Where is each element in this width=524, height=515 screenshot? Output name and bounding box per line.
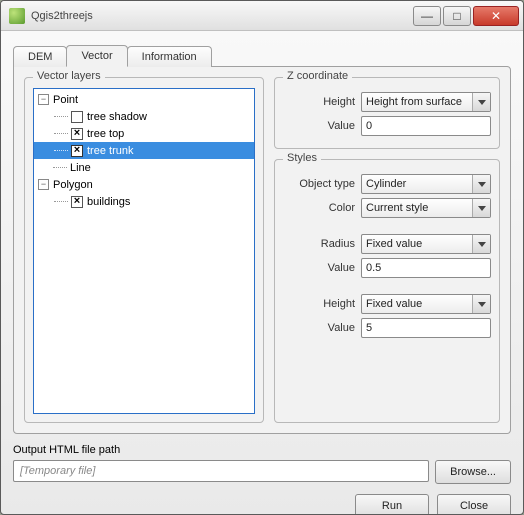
radius-label: Radius <box>283 238 355 250</box>
tree-item-tree-trunk[interactable]: tree trunk <box>34 142 254 159</box>
tab-vector[interactable]: Vector <box>66 45 127 67</box>
z-value-text: 0 <box>366 120 372 132</box>
output-label: Output HTML file path <box>13 444 511 456</box>
object-type-combo[interactable]: Cylinder <box>361 174 491 194</box>
tab-information[interactable]: Information <box>127 46 212 67</box>
style-height-mode-value: Fixed value <box>366 298 422 310</box>
radius-value-input[interactable]: 0.5 <box>361 258 491 278</box>
style-height-label: Height <box>283 298 355 310</box>
tree-node-line[interactable]: Line <box>34 159 254 176</box>
vector-layers-group: Vector layers − Point tree shadow tr <box>24 77 264 423</box>
properties-column: Z coordinate Height Height from surface … <box>274 77 500 423</box>
dialog-actions: Run Close <box>13 494 511 515</box>
output-path-input[interactable]: [Temporary file] <box>13 460 429 482</box>
color-value: Current style <box>366 202 428 214</box>
checkbox-tree-top[interactable] <box>71 128 83 140</box>
app-icon <box>9 8 25 24</box>
run-button[interactable]: Run <box>355 494 429 515</box>
z-value-label: Value <box>283 120 355 132</box>
vector-layers-legend: Vector layers <box>33 70 105 82</box>
close-button[interactable]: ✕ <box>473 6 519 26</box>
maximize-button[interactable]: □ <box>443 6 471 26</box>
styles-legend: Styles <box>283 152 321 164</box>
z-height-value: Height from surface <box>366 96 462 108</box>
content: DEM Vector Information Vector layers − P… <box>1 31 523 515</box>
browse-button[interactable]: Browse... <box>435 460 511 484</box>
style-height-value-text: 5 <box>366 322 372 334</box>
style-height-mode-combo[interactable]: Fixed value <box>361 294 491 314</box>
app-window: Qgis2threejs — □ ✕ DEM Vector Informatio… <box>0 0 524 515</box>
chevron-down-icon <box>472 175 490 193</box>
z-height-label: Height <box>283 96 355 108</box>
z-coordinate-group: Z coordinate Height Height from surface … <box>274 77 500 149</box>
style-height-value-label: Value <box>283 322 355 334</box>
minimize-icon: — <box>421 10 433 22</box>
maximize-icon: □ <box>453 10 460 22</box>
output-placeholder: [Temporary file] <box>20 465 95 477</box>
z-coordinate-legend: Z coordinate <box>283 70 352 82</box>
minimize-button[interactable]: — <box>413 6 441 26</box>
tree-node-polygon[interactable]: − Polygon <box>34 176 254 193</box>
tab-dem[interactable]: DEM <box>13 46 67 67</box>
chevron-down-icon <box>472 295 490 313</box>
tree-node-point[interactable]: − Point <box>34 91 254 108</box>
chevron-down-icon <box>472 93 490 111</box>
checkbox-tree-shadow[interactable] <box>71 111 83 123</box>
style-height-value-input[interactable]: 5 <box>361 318 491 338</box>
close-icon: ✕ <box>491 10 501 22</box>
radius-mode-combo[interactable]: Fixed value <box>361 234 491 254</box>
expand-icon[interactable]: − <box>38 94 49 105</box>
checkbox-tree-trunk[interactable] <box>71 145 83 157</box>
object-type-value: Cylinder <box>366 178 406 190</box>
z-height-combo[interactable]: Height from surface <box>361 92 491 112</box>
chevron-down-icon <box>472 199 490 217</box>
titlebar: Qgis2threejs — □ ✕ <box>1 1 523 31</box>
radius-value-label: Value <box>283 262 355 274</box>
tree-item-tree-shadow[interactable]: tree shadow <box>34 108 254 125</box>
layer-tree[interactable]: − Point tree shadow tree top <box>33 88 255 414</box>
radius-mode-value: Fixed value <box>366 238 422 250</box>
color-label: Color <box>283 202 355 214</box>
tree-item-buildings[interactable]: buildings <box>34 193 254 210</box>
object-type-label: Object type <box>283 178 355 190</box>
z-value-input[interactable]: 0 <box>361 116 491 136</box>
window-title: Qgis2threejs <box>31 10 413 22</box>
radius-value-text: 0.5 <box>366 262 381 274</box>
chevron-down-icon <box>472 235 490 253</box>
expand-icon[interactable]: − <box>38 179 49 190</box>
output-section: Output HTML file path [Temporary file] B… <box>13 444 511 515</box>
tab-bar: DEM Vector Information <box>13 43 511 67</box>
checkbox-buildings[interactable] <box>71 196 83 208</box>
window-controls: — □ ✕ <box>413 6 519 26</box>
tree-item-tree-top[interactable]: tree top <box>34 125 254 142</box>
color-combo[interactable]: Current style <box>361 198 491 218</box>
styles-group: Styles Object type Cylinder Color Curren… <box>274 159 500 423</box>
tab-panel-vector: Vector layers − Point tree shadow tr <box>13 66 511 434</box>
close-dialog-button[interactable]: Close <box>437 494 511 515</box>
